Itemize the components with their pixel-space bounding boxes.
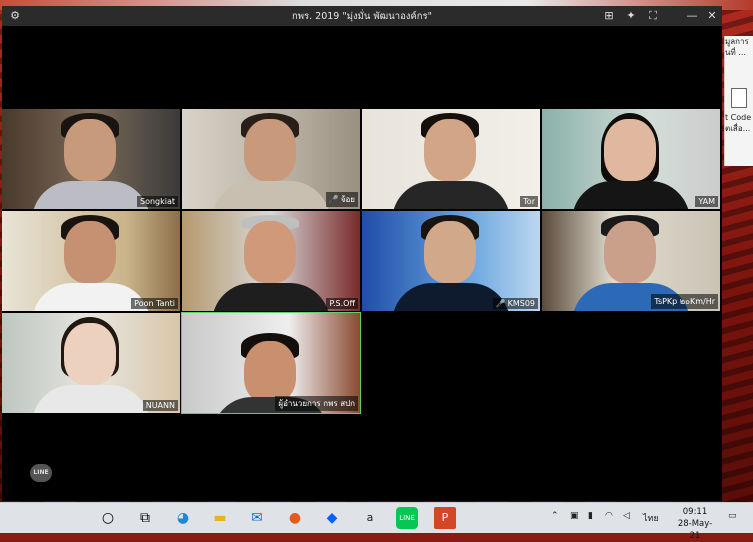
notification-icon[interactable]: ▭ (728, 511, 737, 521)
participant-tile[interactable]: 🎤 KMS09 (362, 211, 540, 311)
window-titlebar: ⚙ กพร. 2019 "มุ่งมั่น พัฒนาองค์กร" ⊞ ✦ ⛶… (2, 6, 722, 26)
participant-name: Poon Tanti (131, 298, 178, 309)
clock-date: 28-May-21 (677, 519, 713, 541)
wifi-icon[interactable]: ◠ (605, 511, 613, 521)
volume-icon[interactable]: ◁ (623, 511, 630, 521)
participant-name: Tor (520, 196, 538, 207)
system-clock[interactable]: 09:11 28-May-21 (675, 506, 715, 542)
participant-tile[interactable]: Tor (362, 109, 540, 209)
edge-icon[interactable]: ◕ (172, 507, 194, 529)
participant-name: Songkiat (136, 196, 178, 207)
document-icon[interactable] (731, 88, 747, 108)
doc-line: t Code (725, 113, 752, 122)
amazon-icon[interactable]: a (359, 507, 381, 529)
participant-tile[interactable]: Songkiat (2, 109, 180, 209)
participant-name: NUANN (142, 400, 178, 411)
usb-icon[interactable]: ▮ (588, 511, 593, 521)
mic-muted-icon: 🎤 (495, 299, 506, 308)
clock-time: 09:11 (682, 507, 708, 517)
participant-tile-active-speaker[interactable]: TsPKp ๒๐Km/Hr (542, 211, 720, 311)
line-icon[interactable]: LINE (396, 507, 418, 529)
participant-name: 🎤 KMS09 (492, 298, 538, 309)
participant-tile[interactable]: NUANN (2, 313, 180, 413)
mail-icon[interactable]: ✉ (246, 507, 268, 529)
participant-name: 🎤 จ้อย (325, 192, 358, 207)
doc-line: ันที่ ... (725, 48, 746, 57)
fullscreen-icon[interactable]: ⛶ (646, 9, 660, 23)
participant-name: P.S.Off (326, 298, 358, 309)
participant-tile[interactable]: ผู้อำนวยการ กพร สปก (181, 312, 361, 414)
powerpoint-icon[interactable]: P (434, 507, 456, 529)
chevron-up-icon[interactable]: ⌃ (551, 511, 559, 521)
doc-line: ตเสื่อ... (725, 124, 751, 133)
participant-tile[interactable]: P.S.Off (182, 211, 360, 311)
participant-name: YAM (695, 196, 718, 207)
mic-muted-icon: 🎤 (328, 195, 339, 204)
doc-line: มูลการ (725, 37, 749, 46)
dropbox-icon[interactable]: ◆ (321, 507, 343, 529)
task-view-icon[interactable]: ⧉ (134, 507, 156, 529)
minimize-icon[interactable]: — (685, 9, 699, 23)
zoom-meeting-window: ⚙ กพร. 2019 "มุ่งมั่น พัฒนาองค์กร" ⊞ ✦ ⛶… (2, 6, 722, 501)
explorer-icon[interactable]: ▬ (209, 507, 231, 529)
layout-icon[interactable]: ⊞ (602, 9, 616, 23)
participant-tile[interactable]: Poon Tanti (2, 211, 180, 311)
desktop-document-preview[interactable]: มูลการ ันที่ ... t Code ตเสื่อ... (724, 36, 753, 166)
language-indicator[interactable]: ไทย (643, 511, 659, 525)
line-watermark: LINE (30, 464, 52, 482)
participant-name: TsPKp ๒๐Km/Hr (651, 294, 718, 309)
close-icon[interactable]: ✕ (705, 9, 719, 23)
pin-icon[interactable]: ✦ (624, 9, 638, 23)
firefox-icon[interactable]: ● (284, 507, 306, 529)
taskbar: ○ ⧉ ◕ ▬ ✉ ● ◆ a LINE P ⌃ ▣ ▮ ◠ ◁ ไทย 09:… (0, 502, 753, 541)
start-circle-icon[interactable]: ○ (97, 507, 119, 529)
camera-icon[interactable]: ▣ (570, 511, 579, 521)
participant-tile[interactable]: YAM (542, 109, 720, 209)
participant-tile[interactable]: 🎤 จ้อย (182, 109, 360, 209)
participant-name: ผู้อำนวยการ กพร สปก (275, 396, 358, 411)
